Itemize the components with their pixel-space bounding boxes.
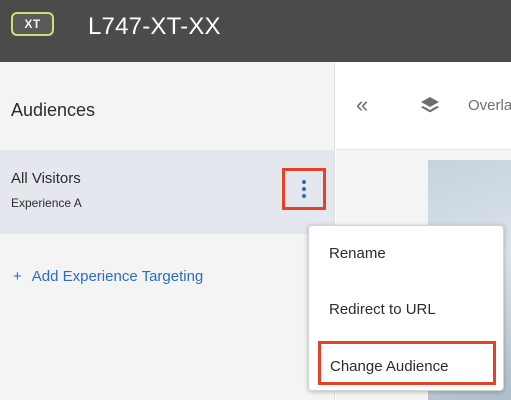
menu-item-rename[interactable]: Rename (329, 245, 386, 262)
editor-toolbar: « Overlay (336, 62, 511, 150)
plus-icon: + (13, 268, 22, 285)
menu-item-change-audience[interactable]: Change Audience (318, 341, 496, 385)
page-title: L747-XT-XX (88, 13, 221, 40)
overlay-tab[interactable]: Overlay (468, 97, 511, 114)
xt-badge: XT (11, 12, 54, 36)
add-experience-targeting-label: Add Experience Targeting (31, 268, 204, 285)
sidebar-heading: Audiences (11, 100, 96, 120)
audience-context-menu: Rename Redirect to URL Change Audience (308, 225, 504, 391)
layers-icon[interactable] (419, 95, 441, 122)
audience-experience: Experience A (11, 196, 82, 210)
collapse-panel-icon[interactable]: « (356, 92, 368, 118)
top-bar: XT L747-XT-XX (0, 0, 511, 62)
audience-item-all-visitors[interactable]: All Visitors Experience A (0, 150, 334, 234)
more-options-button[interactable] (282, 168, 326, 210)
audiences-sidebar: Audiences All Visitors Experience A + Add… (0, 62, 335, 400)
menu-item-redirect-to-url[interactable]: Redirect to URL (329, 301, 436, 318)
more-vertical-icon (302, 180, 306, 198)
add-experience-targeting-link[interactable]: + Add Experience Targeting (13, 268, 203, 285)
audience-name: All Visitors (11, 170, 81, 187)
